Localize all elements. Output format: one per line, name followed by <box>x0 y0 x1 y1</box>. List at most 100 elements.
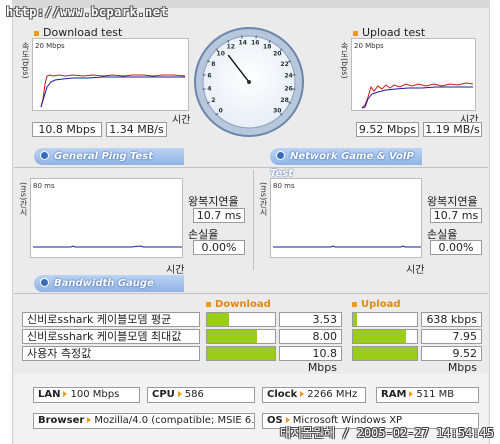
ping-loss-value: 0.00% <box>193 240 245 255</box>
upload-bar <box>352 312 418 327</box>
download-value: 10.8 Mbps <box>279 346 342 374</box>
clock-info: Clock 2266 MHz <box>262 387 366 403</box>
download-line-red <box>40 74 186 108</box>
ping-x-axis-label: 시간 <box>166 265 185 276</box>
bullet-icon <box>206 301 211 307</box>
gauge-tick-mark <box>241 35 243 39</box>
download-line-blue <box>40 76 185 108</box>
gauge-tick-label: 2 <box>211 97 215 104</box>
bullet-icon <box>34 30 39 36</box>
download-bar <box>206 346 276 361</box>
gauge-tick-mark <box>255 35 257 39</box>
network-game-voip-test-tab[interactable]: Network Game & VoIP Test <box>270 148 422 179</box>
upload-column-header: Upload <box>352 299 400 310</box>
ping-rtt-value: 10.7 ms <box>193 208 245 223</box>
gauge-tick-label: 8 <box>211 61 215 68</box>
gauge-tick-label: 22 <box>280 61 288 68</box>
upload-graph: 20 Mbps <box>351 38 476 111</box>
gauge-tick-label: 12 <box>227 43 235 50</box>
upload-bar <box>352 329 418 344</box>
ping-bullet-icon <box>40 151 49 160</box>
game-graph: 80 ms <box>270 178 422 258</box>
upload-bar-fill <box>353 313 358 326</box>
gauge-tick-mark <box>292 74 296 76</box>
game-graph-line <box>273 245 421 248</box>
gauge-tick-label: 10 <box>217 51 225 58</box>
upload-line-blue <box>361 86 473 109</box>
gauge-tick-label: 18 <box>263 43 271 50</box>
gauge-tick-mark <box>292 88 296 90</box>
general-ping-test-tab[interactable]: General Ping Test <box>34 148 184 165</box>
download-bar-fill <box>207 330 258 343</box>
download-x-axis-label: 시간 <box>172 115 191 126</box>
arrow-icon <box>409 391 414 397</box>
arrow-icon <box>63 391 68 397</box>
game-y-axis-label: (ms)간시 <box>259 182 268 217</box>
gauge-tick-mark <box>202 88 206 90</box>
gauge-tick-mark <box>202 74 206 76</box>
bandwidth-row-label: 신비로sshark 케이블모뎀 최대값 <box>22 329 200 344</box>
upload-value: 638 kbps <box>421 312 482 327</box>
upload-graph-lines <box>361 82 474 109</box>
bandwidth-row-label: 사용자 측정값 <box>22 346 200 361</box>
arrow-icon <box>177 391 182 397</box>
game-rtt-value: 10.7 ms <box>430 208 482 223</box>
signature-watermark: 태지몰원해 / 2005-02-27 14:54:45 <box>279 426 494 440</box>
ping-graph: 80 ms <box>30 178 183 258</box>
upload-mbps-value: 9.52 Mbps <box>356 122 419 137</box>
bullet-icon <box>352 301 357 307</box>
game-loss-value: 0.00% <box>430 240 482 255</box>
gauge-tick-label: 24 <box>284 73 292 80</box>
arrow-icon <box>87 417 92 423</box>
upload-value: 9.52 Mbps <box>421 346 482 374</box>
bandwidth-divider <box>14 293 488 294</box>
download-value: 8.00 Mbps <box>279 329 342 357</box>
ping-graph-line <box>33 245 182 248</box>
gauge-tick-label: 6 <box>207 73 211 80</box>
gauge-tick-label: 20 <box>273 51 281 58</box>
gauge-hub <box>247 80 251 84</box>
download-mbps-value: 10.8 Mbps <box>32 122 102 137</box>
download-column-header: Download <box>206 299 271 310</box>
upload-bar-fill <box>353 330 407 343</box>
upload-y-axis-label: 속도(bps) <box>340 42 349 79</box>
gauge-tick-label: 4 <box>207 85 211 92</box>
download-value: 3.53 Mbps <box>279 312 342 340</box>
game-x-axis-label: 시간 <box>406 265 425 276</box>
download-bar <box>206 329 276 344</box>
download-y-axis-label: 속도(bps) <box>21 42 30 79</box>
bandwidth-bullet-icon <box>40 278 49 287</box>
speed-gauge: 02468101214 1618202224262830 <box>194 27 304 137</box>
download-bar-fill <box>207 313 230 326</box>
section-divider <box>14 167 488 168</box>
upload-bar <box>352 346 418 361</box>
download-graph-lines <box>40 74 186 108</box>
arrow-icon <box>285 417 290 423</box>
gauge-tick-label: 14 <box>239 40 247 47</box>
download-bar <box>206 312 276 327</box>
game-rtt-label: 왕복지연율 <box>427 195 478 208</box>
ram-info: RAM 511 MB <box>376 387 479 403</box>
upload-mbs-value: 1.19 MB/s <box>423 122 482 137</box>
download-bar-fill <box>207 347 275 360</box>
cpu-info: CPU 586 <box>147 387 255 403</box>
gauge-tick-label: 28 <box>280 97 288 104</box>
lan-info: LAN 100 Mbps <box>33 387 140 403</box>
gauge-tick-label: 0 <box>219 107 223 114</box>
browser-info: Browser Mozilla/4.0 (compatible; MSIE 6.0 <box>33 413 255 429</box>
game-bullet-icon <box>276 151 285 160</box>
download-mbs-value: 1.34 MB/s <box>106 122 167 137</box>
upload-value: 7.95 Mbps <box>421 329 482 357</box>
gauge-tick-label: 26 <box>284 85 292 92</box>
arrow-icon <box>300 391 305 397</box>
upload-bar-fill <box>353 347 417 360</box>
ping-y-axis-label: (ms)간시 <box>19 182 28 217</box>
bandwidth-gauge-tab[interactable]: Bandwidth Gauge <box>34 275 184 292</box>
download-graph: 20 Mbps <box>32 38 189 111</box>
bandwidth-row-label: 신비로sshark 케이블모뎀 평균 <box>22 312 200 327</box>
bullet-icon <box>353 30 358 36</box>
site-watermark: http://www.bcpark.net <box>6 5 169 19</box>
ping-game-separator <box>253 170 254 270</box>
ping-rtt-label: 왕복지연율 <box>188 195 239 208</box>
gauge-tick-label: 16 <box>251 40 259 47</box>
